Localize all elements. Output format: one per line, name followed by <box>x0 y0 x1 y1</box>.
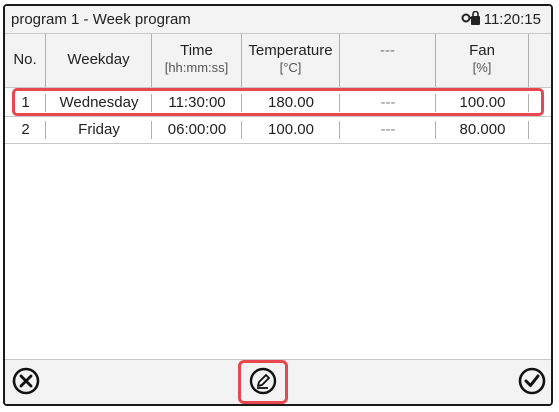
header-time: Time [hh:mm:ss] <box>152 34 242 87</box>
header-fan: Fan [%] <box>436 34 529 87</box>
table-header: No. Weekday Time [hh:mm:ss] Temperature … <box>5 34 551 88</box>
title-bar: program 1 - Week program 11:20:15 <box>5 6 551 34</box>
cell-temperature: 100.00 <box>242 117 340 143</box>
clock: 11:20:15 <box>461 10 541 30</box>
edit-button[interactable] <box>248 366 278 396</box>
cell-no: 2 <box>5 117 46 143</box>
cell-col5: --- <box>340 117 436 143</box>
cell-fan: 80.000 <box>436 117 529 143</box>
key-lock-icon <box>461 10 481 30</box>
check-circle-icon <box>518 367 546 395</box>
header-col5: --- <box>340 34 436 87</box>
header-weekday: Weekday <box>46 34 152 87</box>
footer-toolbar <box>5 359 551 404</box>
confirm-button[interactable] <box>517 366 547 396</box>
cell-weekday: Friday <box>46 117 152 143</box>
cell-time: 06:00:00 <box>152 117 242 143</box>
program-editor-screen: program 1 - Week program 11:20:15 No. We… <box>3 4 553 406</box>
selected-row-highlight <box>12 88 544 116</box>
table-row[interactable]: 2 Friday 06:00:00 100.00 --- 80.000 <box>5 117 551 144</box>
close-circle-icon <box>12 367 40 395</box>
cancel-button[interactable] <box>11 366 41 396</box>
pencil-circle-icon <box>249 367 277 395</box>
header-temperature: Temperature [°C] <box>242 34 340 87</box>
page-title: program 1 - Week program <box>11 11 191 28</box>
header-no: No. <box>5 34 46 87</box>
clock-time: 11:20:15 <box>483 11 541 28</box>
